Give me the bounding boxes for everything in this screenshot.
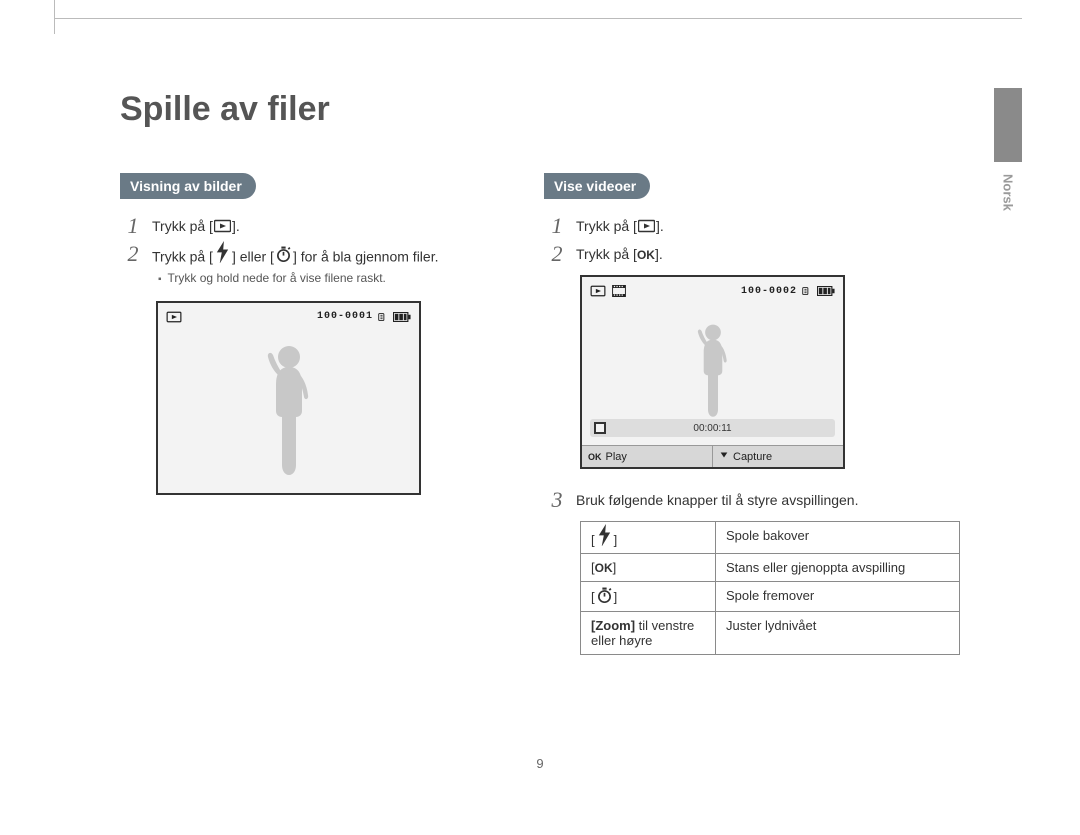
step-number: 1 [124, 215, 142, 237]
lcd-footer: OK Play Capture [582, 445, 843, 467]
voice-memo-icon [377, 311, 389, 323]
table-value: Stans eller gjenoppta avspilling [716, 554, 960, 582]
file-counter: 100-0001 [317, 311, 373, 322]
table-key: [Zoom] til venstre eller høyre [581, 611, 716, 654]
step-body: Trykk på []. [152, 215, 240, 237]
table-row: [OK] Stans eller gjenoppta avspilling [581, 554, 960, 582]
table-row: [] Spole bakover [581, 522, 960, 554]
video-time-bar: 00:00:11 [590, 419, 835, 437]
voice-memo-icon [801, 285, 813, 297]
text: ] [613, 560, 617, 575]
side-tab-block [994, 88, 1022, 162]
lcd-preview-photo: 100-0001 [156, 301, 421, 495]
text: ] [614, 532, 618, 547]
playback-icon [638, 219, 655, 233]
step-body: Trykk på [ ] eller [ ] for å bla gjennom f… [152, 243, 438, 267]
step-number: 1 [548, 215, 566, 237]
table-key: [] [581, 522, 716, 554]
battery-icon [817, 286, 835, 296]
table-key: [OK] [581, 554, 716, 582]
playback-icon [214, 219, 231, 233]
table-value: Juster lydnivået [716, 611, 960, 654]
text: ]. [656, 218, 664, 234]
section-pill-videos: Vise videoer [544, 173, 650, 199]
left-column: Visning av bilder 1 Trykk på []. 2 Trykk… [120, 173, 474, 655]
text: [ [591, 590, 595, 605]
table-value: Spole fremover [716, 582, 960, 612]
ok-small-icon: OK [588, 452, 602, 462]
text: ]. [232, 218, 240, 234]
silhouette-figure [687, 321, 739, 421]
step-1-right: 1 Trykk på []. [548, 215, 960, 237]
step-number: 3 [548, 489, 566, 511]
text: ] eller [ [232, 248, 274, 264]
table-value: Spole bakover [716, 522, 960, 554]
footer-capture: Capture [712, 446, 843, 467]
crop-mark-left [54, 0, 55, 34]
battery-icon [393, 312, 411, 322]
text: ] [614, 590, 618, 605]
ok-icon: OK [637, 248, 655, 262]
elapsed-time: 00:00:11 [693, 423, 731, 434]
step-2-left: 2 Trykk på [ ] eller [ ] for å bla gjennom… [124, 243, 474, 267]
step-number: 2 [548, 243, 566, 265]
text: Trykk på [ [152, 248, 213, 264]
step-3-right: 3 Bruk følgende knapper til å styre avsp… [548, 489, 960, 511]
text: ]. [655, 246, 663, 262]
file-counter: 100-0002 [741, 286, 797, 297]
flash-icon [214, 245, 231, 259]
text: Trykk på [ [152, 218, 213, 234]
text: Trykk på [ [576, 246, 637, 262]
table-key: [] [581, 582, 716, 612]
text: ] for å bla gjennom filer. [293, 248, 439, 264]
section-pill-images: Visning av bilder [120, 173, 256, 199]
text: [ [591, 532, 595, 547]
timer-icon [275, 248, 292, 262]
sub-note: Trykk og hold nede for å vise filene ras… [158, 271, 474, 287]
side-language-tab: Norsk [994, 88, 1022, 222]
step-2-right: 2 Trykk på [OK]. [548, 243, 960, 265]
playback-mode-icon [590, 285, 606, 297]
down-icon [719, 450, 729, 463]
right-column: Vise videoer 1 Trykk på []. 2 Trykk på [… [544, 173, 960, 655]
step-body: Bruk følgende knapper til å styre avspil… [576, 489, 858, 511]
playback-mode-icon [166, 311, 182, 323]
zoom-key-lead: [Zoom] [591, 618, 635, 633]
table-row: [Zoom] til venstre eller høyre Juster ly… [581, 611, 960, 654]
lcd-status-bar: 100-0001 [166, 309, 411, 325]
step-body: Trykk på []. [576, 215, 664, 237]
controls-table: [] Spole bakover [OK] Stans eller gjenop… [580, 521, 960, 655]
footer-capture-label: Capture [733, 451, 772, 463]
table-row: [] Spole fremover [581, 582, 960, 612]
step-number: 2 [124, 243, 142, 265]
footer-play-label: Play [606, 451, 627, 463]
silhouette-figure [254, 341, 324, 481]
sub-note-text: Trykk og hold nede for å vise filene ras… [168, 271, 386, 287]
step-body: Trykk på [OK]. [576, 243, 663, 265]
page-number: 9 [536, 756, 543, 771]
video-file-icon [612, 285, 626, 297]
lcd-preview-video: 100-0002 [580, 275, 845, 469]
side-tab-label: Norsk [1001, 167, 1016, 217]
ok-icon: OK [595, 561, 613, 575]
footer-play: OK Play [582, 446, 712, 467]
bullet-icon [158, 271, 162, 287]
lcd-status-bar: 100-0002 [590, 283, 835, 299]
crop-mark-top [54, 18, 1022, 19]
text: Trykk på [ [576, 218, 637, 234]
timer-icon [596, 588, 613, 602]
page-title: Spille av filer [120, 90, 960, 129]
stop-icon [594, 422, 606, 434]
step-1-left: 1 Trykk på []. [124, 215, 474, 237]
flash-icon [596, 528, 613, 542]
